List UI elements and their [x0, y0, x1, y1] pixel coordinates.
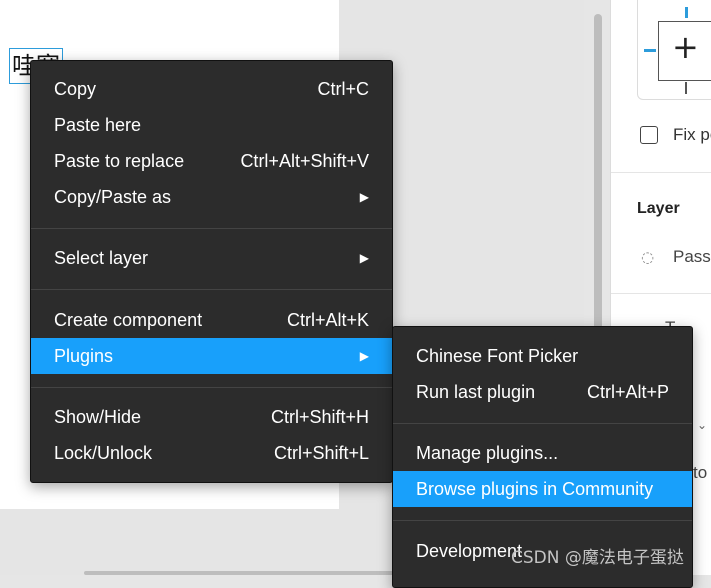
menu-item-run-last-plugin[interactable]: Run last plugin Ctrl+Alt+P — [393, 374, 692, 410]
menu-item-label: Paste to replace — [54, 150, 185, 171]
panel-divider — [611, 172, 711, 173]
menu-item-label: Browse plugins in Community — [416, 478, 654, 499]
canvas-background-bottom[interactable] — [0, 509, 339, 575]
menu-item-label: Manage plugins... — [416, 442, 559, 463]
menu-item-label: Plugins — [54, 345, 114, 366]
menu-item-chinese-font-picker[interactable]: Chinese Font Picker — [393, 338, 692, 374]
menu-separator — [393, 520, 692, 521]
panel-divider — [611, 293, 711, 294]
menu-item-label: Development — [416, 540, 523, 561]
submenu-arrow-icon: ▶ — [359, 251, 369, 265]
constraint-top-indicator[interactable] — [685, 7, 688, 18]
vertical-scrollbar[interactable] — [594, 14, 602, 334]
constraint-left-indicator[interactable] — [644, 49, 656, 52]
menu-item-copy-paste-as[interactable]: Copy/Paste as ▶ — [31, 179, 392, 215]
menu-item-select-layer[interactable]: Select layer ▶ — [31, 240, 392, 276]
menu-item-shortcut: Ctrl+Shift+H — [270, 406, 369, 427]
menu-item-copy[interactable]: Copy Ctrl+C — [31, 71, 392, 107]
menu-item-manage-plugins[interactable]: Manage plugins... — [393, 435, 692, 471]
menu-item-label: Chinese Font Picker — [416, 345, 579, 366]
menu-item-create-component[interactable]: Create component Ctrl+Alt+K — [31, 302, 392, 338]
text-setting-partial: to — [693, 463, 708, 482]
fix-position-checkbox[interactable] — [640, 126, 658, 144]
menu-item-plugins[interactable]: Plugins ▶ — [31, 338, 392, 374]
menu-item-label: Show/Hide — [54, 406, 142, 427]
menu-item-lock-unlock[interactable]: Lock/Unlock Ctrl+Shift+L — [31, 435, 392, 471]
watermark: CSDN @魔法电子蛋挞 — [511, 548, 684, 568]
menu-item-shortcut: Ctrl+Shift+L — [273, 442, 369, 463]
menu-separator — [31, 228, 392, 229]
menu-item-shortcut: Ctrl+Alt+P — [586, 381, 669, 402]
menu-item-show-hide[interactable]: Show/Hide Ctrl+Shift+H — [31, 399, 392, 435]
menu-item-shortcut: Ctrl+C — [317, 78, 369, 99]
menu-item-label: Paste here — [54, 114, 142, 135]
fix-position-label: Fix po — [673, 125, 711, 144]
constraint-frame: + — [658, 21, 711, 81]
menu-item-label: Lock/Unlock — [54, 442, 153, 463]
context-menu: Copy Ctrl+C Paste here Paste to replace Ctrl… — [30, 60, 393, 483]
chevron-down-icon[interactable]: ⌄ — [697, 418, 707, 432]
submenu-arrow-icon: ▶ — [359, 190, 369, 204]
menu-item-label: Select layer — [54, 247, 149, 268]
constraint-bottom-indicator[interactable] — [685, 82, 687, 94]
menu-item-paste-here[interactable]: Paste here — [31, 107, 392, 143]
menu-item-shortcut: Ctrl+Alt+Shift+V — [240, 150, 369, 171]
menu-separator — [393, 423, 692, 424]
layer-section-title: Layer — [637, 200, 680, 217]
drop-icon: ◌ — [641, 248, 655, 266]
menu-item-label: Create component — [54, 309, 203, 330]
submenu-arrow-icon: ▶ — [359, 349, 369, 363]
plus-icon: + — [672, 28, 699, 66]
blend-mode-select[interactable]: Pass — [673, 247, 711, 267]
menu-item-label: Copy — [54, 78, 97, 99]
constraints-widget: + — [637, 0, 711, 100]
menu-item-label: Copy/Paste as — [54, 186, 172, 207]
menu-separator — [31, 289, 392, 290]
menu-item-paste-to-replace[interactable]: Paste to replace Ctrl+Alt+Shift+V — [31, 143, 392, 179]
menu-item-shortcut: Ctrl+Alt+K — [286, 309, 369, 330]
menu-separator — [31, 387, 392, 388]
menu-item-browse-plugins-in-community[interactable]: Browse plugins in Community — [393, 471, 692, 507]
menu-item-label: Run last plugin — [416, 381, 536, 402]
